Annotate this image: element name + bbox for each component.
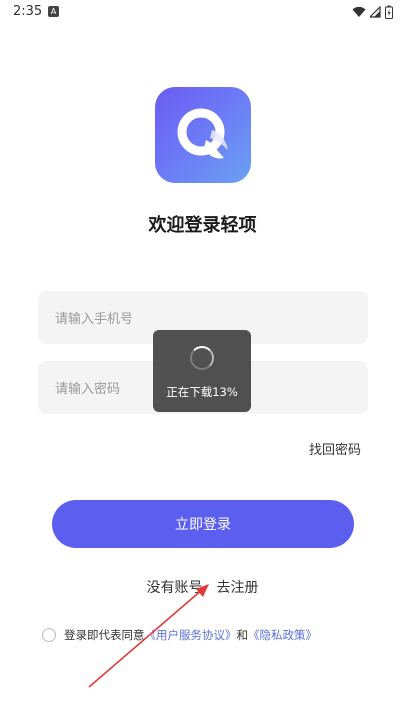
- download-progress-toast: 正在下载13%: [153, 330, 251, 412]
- agreement-prefix: 登录即代表同意: [64, 628, 145, 642]
- app-logo-q-icon: [177, 108, 228, 159]
- font-a-notification-icon: A: [48, 6, 59, 17]
- agreement-and: 和: [236, 628, 249, 642]
- signal-icon: [370, 6, 381, 18]
- forgot-password-link[interactable]: 找回密码: [309, 439, 361, 458]
- download-progress-text: 正在下载13%: [166, 385, 238, 399]
- register-row: 没有账号 去注册: [0, 577, 405, 597]
- status-time: 2:35: [13, 4, 43, 19]
- app-logo: [155, 87, 251, 183]
- register-link[interactable]: 去注册: [217, 580, 259, 596]
- battery-charging-icon: [385, 5, 393, 19]
- status-bar: 2:35 A: [0, 0, 405, 24]
- agreement-checkbox[interactable]: [42, 628, 56, 642]
- page-title: 欢迎登录轻项: [148, 215, 257, 236]
- password-placeholder: 请输入密码: [55, 382, 121, 397]
- no-account-text: 没有账号: [146, 580, 203, 596]
- login-button-label: 立即登录: [175, 517, 231, 533]
- agreement-row: 登录即代表同意 《用户服务协议》 和 《隐私政策》: [42, 627, 317, 643]
- user-agreement-link[interactable]: 《用户服务协议》: [145, 627, 237, 643]
- loading-spinner-icon: [190, 346, 214, 370]
- phone-placeholder: 请输入手机号: [55, 312, 134, 327]
- wifi-icon: [352, 6, 366, 17]
- login-button[interactable]: 立即登录: [52, 500, 354, 548]
- status-icons: [352, 4, 393, 20]
- privacy-policy-link[interactable]: 《隐私政策》: [248, 627, 317, 643]
